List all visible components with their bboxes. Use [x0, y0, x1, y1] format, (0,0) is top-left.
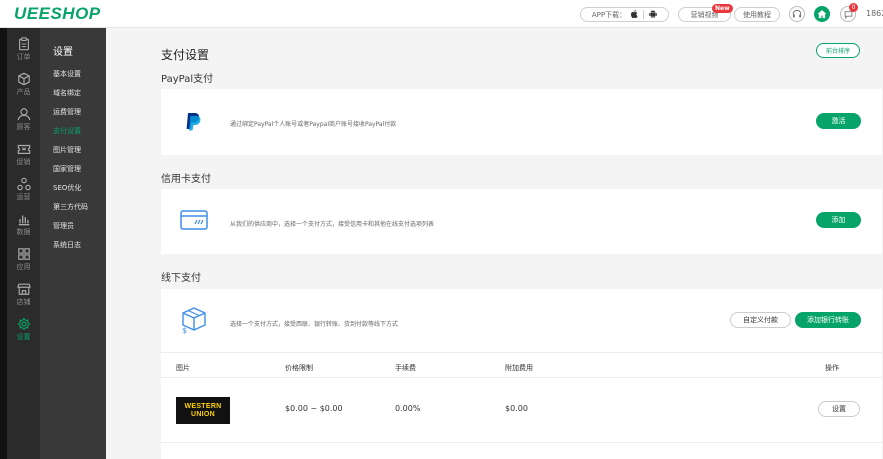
paypal-section-title: PayPal支付: [161, 74, 214, 85]
settings-subnav: 设置 基本设置 域名绑定 运费管理 支付设置 图片管理 国家管理 SEO优化 第…: [40, 28, 106, 459]
package-icon: $: [182, 307, 206, 334]
subnav-item-shipping[interactable]: 运费管理: [53, 107, 81, 117]
subnav-item-payment[interactable]: 支付设置: [53, 126, 81, 136]
paypal-description: 通过绑定PayPal个人账号或者Paypal商户账号接收PayPal付款: [230, 121, 397, 128]
fee-cell: 0.00%: [395, 404, 421, 413]
price-limit-cell: $0.00 ~ $0.00: [285, 404, 343, 413]
app-download-label: APP下载：: [591, 10, 627, 19]
nav-label: 顾客: [16, 123, 31, 131]
message-count-badge: 0: [849, 3, 858, 12]
add-bank-transfer-button[interactable]: 添加银行转账: [795, 312, 861, 328]
nav-label: 设置: [16, 333, 31, 341]
offline-card: $ 选择一个支付方式，接受西联、银行转账、货到付款等线下方式 自定义付款 添加银…: [161, 289, 882, 459]
nav-item-customers[interactable]: 顾客: [7, 104, 40, 134]
logo-text: UNION: [190, 410, 216, 418]
paypal-activate-button[interactable]: 激活: [816, 113, 861, 129]
window-edge: [0, 28, 7, 459]
nav-label: 产品: [16, 88, 31, 96]
primary-nav: 订单 产品 顾客 促销 运营 数据 应用 店铺 设置: [7, 28, 40, 459]
western-union-logo: WESTERN UNION: [176, 397, 230, 424]
android-icon[interactable]: [649, 9, 657, 20]
column-header-price-limit: 价格限制: [285, 364, 313, 372]
clipboard-icon: [18, 37, 29, 51]
nav-label: 促销: [16, 158, 31, 166]
nav-label: 店铺: [16, 298, 31, 306]
grid-icon: [17, 248, 30, 260]
subnav-item-basic[interactable]: 基本设置: [53, 69, 81, 79]
credit-card-icon: [180, 210, 208, 230]
subnav-item-countries[interactable]: 国家管理: [53, 164, 81, 174]
nav-label: 应用: [16, 263, 31, 271]
extra-fee-cell: $0.00: [505, 404, 528, 413]
store-icon: [16, 283, 31, 295]
subnav-item-third-party[interactable]: 第三方代码: [53, 202, 88, 212]
svg-text:$: $: [182, 326, 187, 334]
home-icon[interactable]: [814, 6, 830, 22]
nav-label: 运营: [16, 193, 31, 201]
nav-item-settings[interactable]: 设置: [7, 314, 40, 344]
nav-item-orders[interactable]: 订单: [7, 34, 40, 64]
credit-section-title: 信用卡支付: [161, 174, 211, 185]
nav-item-store[interactable]: 店铺: [7, 279, 40, 309]
user-icon: [17, 108, 30, 121]
apple-icon[interactable]: [631, 9, 638, 20]
nav-item-apps[interactable]: 应用: [7, 244, 40, 274]
headset-icon[interactable]: [789, 6, 805, 22]
nodes-icon: [16, 177, 31, 191]
subnav-item-images[interactable]: 图片管理: [53, 145, 81, 155]
brand-logo[interactable]: UEESHOP: [14, 4, 101, 24]
nav-item-products[interactable]: 产品: [7, 69, 40, 99]
offline-section-title: 线下支付: [161, 273, 201, 284]
subnav-title: 设置: [53, 47, 73, 58]
subnav-item-domain[interactable]: 域名绑定: [53, 88, 81, 98]
custom-payment-button[interactable]: 自定义付款: [730, 312, 791, 328]
nav-item-operations[interactable]: 运营: [7, 174, 40, 204]
bar-chart-icon: [18, 215, 29, 226]
main-content: 支付设置 前台排序 PayPal支付 通过绑定PayPal个人账号或者Paypa…: [106, 28, 883, 459]
paypal-card: 通过绑定PayPal个人账号或者Paypal商户账号接收PayPal付款 激活: [161, 89, 882, 155]
offline-description: 选择一个支付方式，接受西联、银行转账、货到付款等线下方式: [230, 321, 399, 328]
paypal-logo-icon: [186, 113, 201, 131]
cube-icon: [17, 72, 30, 86]
nav-label: 订单: [16, 53, 31, 61]
user-account[interactable]: 1862: [866, 9, 883, 18]
credit-card-section: 从我们的供应商中，选择一个支付方式，接受信用卡和其他在线支付选项列表 添加: [161, 189, 882, 254]
subnav-item-admins[interactable]: 管理员: [53, 221, 74, 231]
new-badge: New: [712, 4, 733, 13]
nav-item-data[interactable]: 数据: [7, 209, 40, 239]
column-header-actions: 操作: [825, 364, 839, 372]
column-header-extra: 附加费用: [505, 364, 533, 372]
column-header-fee: 手续费: [395, 364, 416, 372]
top-bar: UEESHOP APP下载： 营销视频 New 使用教程 0 1862: [0, 0, 883, 28]
nav-item-promotions[interactable]: 促销: [7, 139, 40, 169]
frontend-sort-button[interactable]: 前台排序: [816, 43, 860, 58]
column-header-image: 图片: [176, 364, 190, 372]
divider: [161, 352, 882, 353]
ticket-icon: [17, 144, 30, 154]
row-settings-button[interactable]: 设置: [818, 401, 860, 417]
credit-description: 从我们的供应商中，选择一个支付方式，接受信用卡和其他在线支付选项列表: [230, 221, 435, 228]
tutorial-button[interactable]: 使用教程: [734, 7, 780, 22]
gear-icon: [17, 317, 30, 331]
credit-add-button[interactable]: 添加: [816, 212, 861, 228]
subnav-item-seo[interactable]: SEO优化: [53, 183, 81, 193]
divider: [161, 377, 882, 378]
divider: [161, 442, 882, 443]
nav-label: 数据: [16, 228, 31, 236]
logo-text: WESTERN: [184, 402, 222, 410]
divider: [643, 10, 645, 19]
page-title: 支付设置: [161, 48, 210, 62]
subnav-item-logs[interactable]: 系统日志: [53, 240, 81, 250]
app-download-pill[interactable]: APP下载：: [580, 7, 669, 22]
